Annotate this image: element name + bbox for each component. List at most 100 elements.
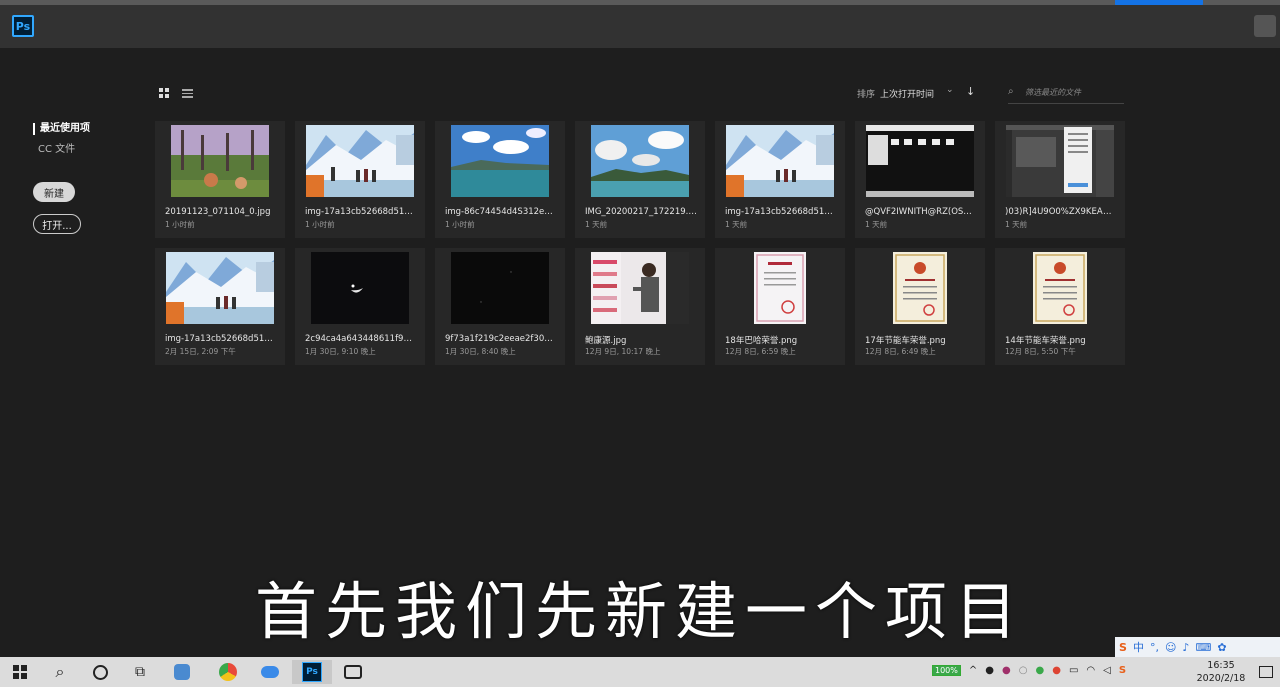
- file-card[interactable]: img-17a13cb52668d511dfe1... 1 天前: [715, 121, 845, 238]
- file-thumbnail: [435, 121, 565, 200]
- file-name: 20191123_071104_0.jpg: [165, 207, 271, 217]
- search-field[interactable]: ⌕ 筛选最近的文件: [1008, 83, 1124, 104]
- emoji-icon[interactable]: ☺: [1165, 641, 1176, 654]
- file-card[interactable]: 鲍康源.jpg 12月 9日, 10:17 晚上: [575, 248, 705, 365]
- open-button[interactable]: 打开...: [33, 214, 81, 234]
- taskbar: ⌕ ⧉ Ps 100% ^ ● ● ○ ● ● ▭ ◠ ◁ S 16:35 20…: [0, 657, 1280, 687]
- file-thumbnail: [295, 248, 425, 327]
- ime-mode-icon[interactable]: 中: [1133, 639, 1144, 655]
- punctuation-icon[interactable]: °,: [1150, 641, 1159, 654]
- file-card[interactable]: )03)R]4U9O0%ZX9KEAA6... 1 天前: [995, 121, 1125, 238]
- file-card[interactable]: 17年节能车荣誉.png 12月 8日, 6:49 晚上: [855, 248, 985, 365]
- file-time: 1 天前: [725, 220, 748, 229]
- volume-icon[interactable]: ◁: [1103, 665, 1111, 676]
- video-subtitle: 首先我们先新建一个项目: [254, 575, 1025, 648]
- clock-time: 16:35: [1207, 660, 1235, 671]
- file-time: 12月 8日, 6:49 晚上: [865, 347, 936, 356]
- title-bar: Ps: [0, 5, 1280, 48]
- chevron-down-icon[interactable]: ⌄: [946, 85, 954, 95]
- tray-app-icon[interactable]: ●: [985, 665, 994, 676]
- list-view-icon[interactable]: [182, 88, 193, 98]
- sort-dropdown[interactable]: 上次打开时间: [880, 87, 934, 100]
- recorder-icon[interactable]: [333, 660, 373, 684]
- sogou-icon[interactable]: S: [1119, 641, 1127, 654]
- file-name: 9f73a1f219c2eeae2f30808...: [445, 334, 557, 344]
- tray-app-icon[interactable]: ▭: [1069, 665, 1078, 676]
- file-name: img-17a13cb52668d511dfe1...: [725, 207, 837, 217]
- file-time: 1 小时前: [305, 220, 335, 229]
- file-name: img-17a13cb52668d511dfe1...: [305, 207, 417, 217]
- notification-icon[interactable]: [1252, 660, 1280, 684]
- file-time: 12月 8日, 5:50 下午: [1005, 347, 1076, 356]
- file-thumbnail: [995, 121, 1125, 200]
- file-time: 1月 30日, 9:10 晚上: [305, 347, 376, 356]
- app-icon[interactable]: [162, 660, 202, 684]
- new-button[interactable]: 新建: [33, 182, 75, 202]
- file-name: IMG_20200217_172219.jpg: [585, 207, 697, 217]
- sort-direction-icon[interactable]: ↓: [966, 85, 975, 98]
- window-control-button[interactable]: [1254, 15, 1276, 37]
- search-icon[interactable]: ⌕: [40, 660, 80, 684]
- file-name: @QVF2IWNITH@RZ(OSB...: [865, 207, 977, 217]
- nav-recent[interactable]: 最近使用项: [33, 123, 90, 135]
- file-name: 2c94ca4a643448611f95bb...: [305, 334, 417, 344]
- file-name: 18年巴哈荣誉.png: [725, 336, 798, 346]
- battery-indicator[interactable]: 100%: [932, 665, 961, 676]
- clock[interactable]: 16:35 2020/2/18: [1196, 659, 1246, 685]
- sort-label: 排序: [857, 90, 876, 100]
- file-thumbnail: [715, 248, 845, 327]
- windows-start-icon[interactable]: [0, 660, 40, 684]
- file-time: 1 小时前: [445, 220, 475, 229]
- file-name: img-17a13cb52668d511dfe1...: [165, 334, 277, 344]
- task-view-icon[interactable]: ⧉: [120, 660, 160, 684]
- file-thumbnail: [575, 121, 705, 200]
- chevron-up-icon[interactable]: ^: [969, 665, 977, 676]
- file-card[interactable]: 9f73a1f219c2eeae2f30808... 1月 30日, 8:40 …: [435, 248, 565, 365]
- cortana-icon[interactable]: [80, 660, 120, 684]
- sidebar: 最近使用项 CC 文件 新建 打开...: [0, 48, 150, 548]
- file-thumbnail: [855, 121, 985, 200]
- file-card[interactable]: IMG_20200217_172219.jpg 1 天前: [575, 121, 705, 238]
- file-card[interactable]: @QVF2IWNITH@RZ(OSB... 1 天前: [855, 121, 985, 238]
- file-name: 14年节能车荣誉.png: [1005, 336, 1086, 346]
- file-thumbnail: [995, 248, 1125, 327]
- file-name: img-86c74454d4S312e0290...: [445, 207, 557, 217]
- file-time: 12月 8日, 6:59 晚上: [725, 347, 796, 356]
- file-time: 12月 9日, 10:17 晚上: [585, 347, 661, 356]
- file-card[interactable]: img-17a13cb52668d511dfe1... 1 小时前: [295, 121, 425, 238]
- chrome-icon[interactable]: [208, 660, 248, 684]
- wifi-icon[interactable]: ◠: [1086, 665, 1095, 676]
- photoshop-taskbar-icon[interactable]: Ps: [292, 660, 332, 684]
- file-thumbnail: [575, 248, 705, 327]
- nav-cc-files[interactable]: CC 文件: [38, 140, 75, 155]
- file-card[interactable]: 2c94ca4a643448611f95bb... 1月 30日, 9:10 晚…: [295, 248, 425, 365]
- file-time: 1 小时前: [165, 220, 195, 229]
- file-time: 2月 15日, 2:09 下午: [165, 347, 236, 356]
- tray-app-icon[interactable]: ●: [1035, 665, 1044, 676]
- file-time: 1 天前: [585, 220, 608, 229]
- file-name: 鲍康源.jpg: [585, 336, 627, 346]
- file-time: 1 天前: [865, 220, 888, 229]
- file-card[interactable]: img-17a13cb52668d511dfe1... 2月 15日, 2:09…: [155, 248, 285, 365]
- tray-app-icon[interactable]: ●: [1002, 665, 1011, 676]
- tray-app-icon[interactable]: ○: [1019, 665, 1028, 676]
- file-thumbnail: [155, 121, 285, 200]
- file-card[interactable]: 14年节能车荣誉.png 12月 8日, 5:50 下午: [995, 248, 1125, 365]
- skin-icon[interactable]: ✿: [1217, 641, 1226, 654]
- clock-date: 2020/2/18: [1196, 673, 1246, 684]
- file-card[interactable]: img-86c74454d4S312e0290... 1 小时前: [435, 121, 565, 238]
- ime-toolbar[interactable]: S 中 °, ☺ ♪ ⌨ ✿: [1115, 637, 1280, 657]
- keyboard-icon[interactable]: ⌨: [1195, 641, 1211, 654]
- sogou-tray-icon[interactable]: S: [1119, 665, 1126, 676]
- baidu-netdisk-icon[interactable]: [250, 660, 290, 684]
- tray-app-icon[interactable]: ●: [1052, 665, 1061, 676]
- file-time: 1 天前: [1005, 220, 1028, 229]
- grid-view-icon[interactable]: [159, 88, 169, 98]
- search-placeholder: 筛选最近的文件: [1025, 88, 1081, 97]
- mic-icon[interactable]: ♪: [1182, 641, 1189, 654]
- file-thumbnail: [295, 121, 425, 200]
- file-card[interactable]: 18年巴哈荣誉.png 12月 8日, 6:59 晚上: [715, 248, 845, 365]
- file-card[interactable]: 20191123_071104_0.jpg 1 小时前: [155, 121, 285, 238]
- file-thumbnail: [155, 248, 285, 327]
- file-time: 1月 30日, 8:40 晚上: [445, 347, 516, 356]
